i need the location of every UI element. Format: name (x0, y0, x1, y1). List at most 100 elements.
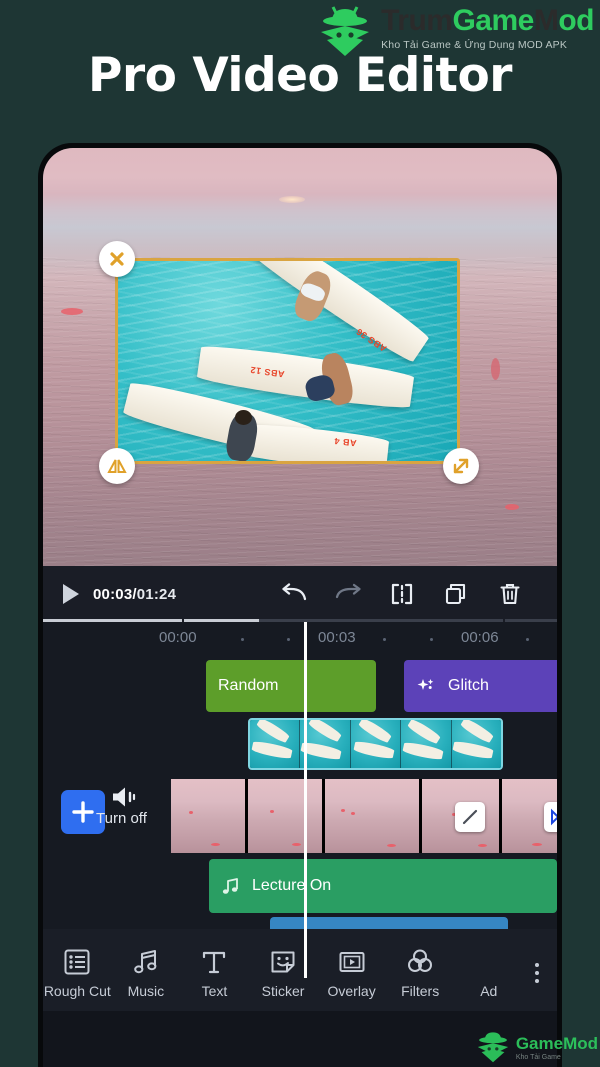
page-title: Pro Video Editor (88, 48, 512, 103)
more-vertical-icon (535, 963, 540, 983)
text-t-icon (200, 948, 228, 976)
plus-icon (72, 801, 94, 823)
brand-title-part-1: Trum (381, 4, 453, 37)
main-video-track[interactable] (171, 779, 557, 853)
copy-icon (445, 583, 466, 605)
brand-text: TrumGameMod Kho Tải Game & Ứng Dụng MOD … (381, 4, 594, 52)
app-screenshot: TrumGameMod Kho Tải Game & Ứng Dụng MOD … (0, 0, 600, 1067)
crop-button[interactable] (375, 582, 429, 606)
transition-none-button[interactable] (455, 802, 485, 832)
close-icon (110, 252, 124, 266)
timeline-clip-random[interactable]: Random (206, 660, 376, 712)
watermark-title-part-2: Mod (563, 1033, 598, 1053)
volume-toggle-label: Turn off (96, 810, 147, 827)
speaker-icon (113, 787, 136, 807)
timeline-ruler[interactable]: 00:00 00:03 00:06 (43, 622, 557, 652)
thumbnail-frame (401, 720, 452, 768)
slash-icon (462, 809, 478, 825)
tool-sticker[interactable]: Sticker (249, 948, 318, 999)
timeline[interactable]: 00:00 00:03 00:06 Random Glitch Turn off… (43, 622, 557, 1011)
total-time: 01:24 (136, 585, 177, 603)
music-note-icon (132, 948, 160, 976)
overlay-clip-preview[interactable]: ABS 36 ABS 12 AB 4 (115, 258, 460, 464)
duplicate-button[interactable] (429, 582, 483, 606)
tool-label: Ad (480, 982, 498, 999)
close-overlay-handle[interactable] (99, 241, 135, 277)
ruler-tick-dot (383, 638, 386, 641)
sparkle-icon (404, 676, 436, 696)
bottom-toolbar: Rough Cut Music Text Sticker Overlay Fil… (43, 929, 557, 1011)
thumbnail-frame (300, 720, 351, 768)
tool-text[interactable]: Text (180, 948, 249, 999)
overlay-icon (338, 948, 366, 976)
phone-screen: ABS 36 ABS 12 AB 4 00:03/01:24 00:00 00:… (43, 148, 557, 1067)
brand-title-part-2: Game (452, 4, 534, 37)
tool-label: Overlay (327, 982, 376, 999)
crop-icon (391, 583, 413, 605)
ruler-tick-dot (430, 638, 433, 641)
redo-icon (335, 583, 361, 599)
tool-overlay[interactable]: Overlay (317, 948, 386, 999)
video-preview[interactable]: ABS 36 ABS 12 AB 4 (43, 148, 557, 566)
play-icon[interactable] (63, 584, 79, 604)
playback-time: 00:03/01:24 (93, 586, 176, 603)
thumbnail-frame (250, 720, 301, 768)
player-control-bar: 00:03/01:24 (43, 566, 557, 622)
bowtie-icon (551, 808, 557, 826)
more-options-button[interactable] (523, 963, 557, 983)
tool-label: Text (201, 982, 228, 999)
thumbnail-frame (451, 720, 501, 768)
swimmer (491, 358, 500, 380)
tool-label: Music (127, 982, 165, 999)
ruler-tick-dot (241, 638, 244, 641)
timeline-playhead[interactable] (304, 622, 307, 978)
player-buttons (267, 582, 537, 606)
mirror-overlay-handle[interactable] (99, 448, 135, 484)
delete-button[interactable] (483, 582, 537, 606)
music-note-icon (209, 877, 240, 896)
tool-label: Rough Cut (43, 982, 111, 999)
swimmer (505, 504, 519, 510)
clip-label: Glitch (448, 677, 489, 694)
tool-rough-cut[interactable]: Rough Cut (43, 948, 112, 999)
ruler-label: 00:03 (318, 629, 356, 646)
brand-title: TrumGameMod (381, 6, 594, 36)
resize-diagonal-icon (453, 458, 469, 474)
phone-frame: ABS 36 ABS 12 AB 4 00:03/01:24 00:00 00:… (38, 143, 562, 1067)
tool-label: Sticker (261, 982, 305, 999)
volume-toggle-button[interactable] (109, 784, 137, 810)
clip-label: Lecture On (252, 877, 332, 894)
ruler-tick-dot (526, 638, 529, 641)
timeline-clip-music[interactable]: Lecture On (209, 859, 557, 913)
swimmer (61, 308, 83, 315)
video-frame (324, 779, 422, 853)
overlay-clip-thumbnails[interactable] (248, 718, 503, 770)
trash-icon (500, 583, 520, 605)
tool-adjust[interactable]: Ad (454, 948, 523, 999)
brand-title-part-4: od (558, 4, 594, 37)
mirror-icon (107, 459, 127, 473)
tool-filters[interactable]: Filters (386, 948, 455, 999)
current-time: 00:03 (93, 585, 133, 603)
undo-icon (282, 583, 307, 601)
timeline-clip-glitch[interactable]: Glitch (404, 660, 557, 712)
transition-applied-button[interactable] (544, 802, 557, 832)
undo-button[interactable] (267, 583, 321, 605)
video-frame (171, 779, 248, 853)
adjust-icon (475, 948, 503, 976)
ruler-tick-dot (287, 638, 290, 641)
ruler-label: 00:00 (159, 629, 197, 646)
sticker-icon (269, 948, 297, 976)
list-icon (63, 948, 91, 976)
redo-button[interactable] (321, 583, 375, 605)
video-frame (247, 779, 325, 853)
tool-label: Filters (401, 982, 440, 999)
thumbnail-frame (350, 720, 402, 768)
surfer (235, 410, 252, 425)
filters-rings-icon (406, 948, 434, 976)
ruler-label: 00:06 (461, 629, 499, 646)
tool-music[interactable]: Music (112, 948, 181, 999)
clip-label: Random (218, 677, 279, 694)
brand-title-part-3: M (533, 4, 559, 37)
scale-overlay-handle[interactable] (443, 448, 479, 484)
